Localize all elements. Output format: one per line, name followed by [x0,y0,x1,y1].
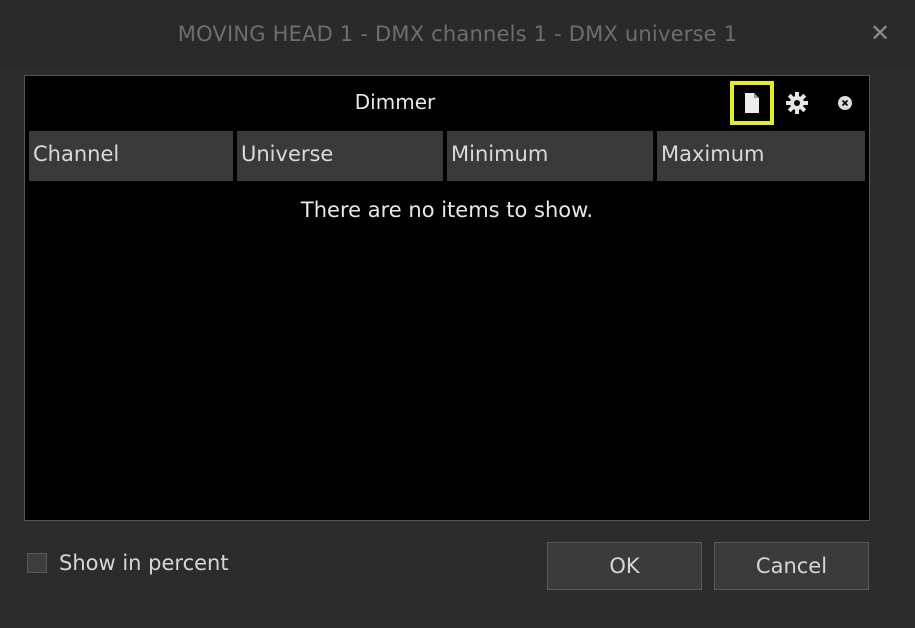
window-close-icon[interactable]: ✕ [867,20,893,46]
dialog-window: MOVING HEAD 1 - DMX channels 1 - DMX uni… [0,0,915,628]
show-in-percent-label: Show in percent [59,551,229,575]
column-header-minimum[interactable]: Minimum [447,131,653,181]
column-header-maximum[interactable]: Maximum [657,131,865,181]
new-item-button[interactable] [730,81,774,125]
empty-list-message: There are no items to show. [300,198,594,222]
panel-header: Dimmer [25,76,869,129]
ok-button[interactable]: OK [547,542,702,590]
column-header-universe[interactable]: Universe [237,131,443,181]
cancel-button[interactable]: Cancel [714,542,869,590]
gear-icon [786,92,808,114]
column-header-channel[interactable]: Channel [29,131,233,181]
new-document-icon [745,93,759,113]
settings-button[interactable] [781,87,813,119]
show-in-percent-option[interactable]: Show in percent [27,548,229,578]
show-in-percent-checkbox[interactable] [27,553,47,573]
window-title: MOVING HEAD 1 - DMX channels 1 - DMX uni… [177,22,738,46]
title-bar: MOVING HEAD 1 - DMX channels 1 - DMX uni… [0,0,915,68]
remove-button[interactable] [829,87,861,119]
panel-title: Dimmer [354,90,436,114]
dimmer-panel: Dimmer Channel Universe Minimum Maximum … [24,75,870,521]
close-icon [838,96,852,110]
grid-header: Channel Universe Minimum Maximum [29,131,865,181]
